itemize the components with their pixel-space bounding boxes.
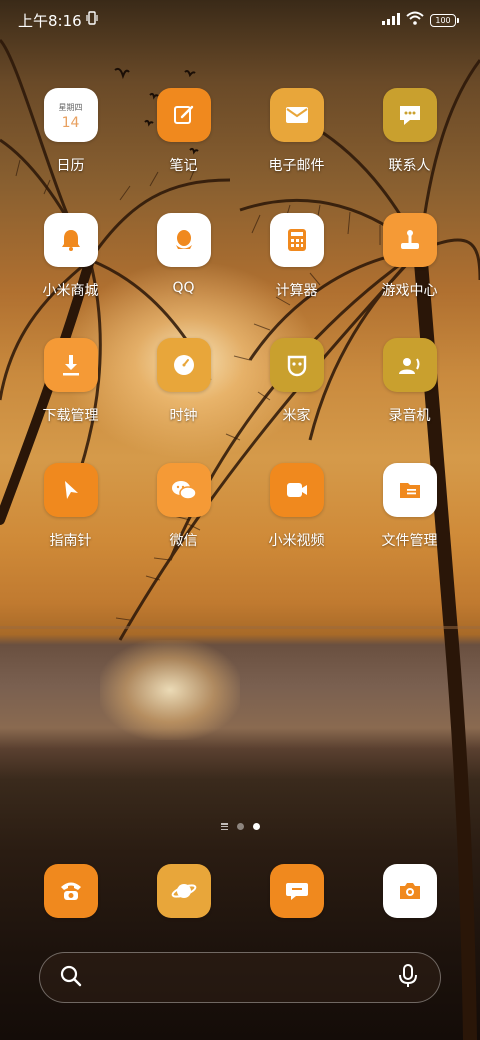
app-calculator[interactable]: 计算器 [240, 213, 353, 314]
camera-icon[interactable] [382, 864, 437, 918]
compass-icon[interactable] [43, 463, 98, 517]
folder-icon[interactable] [382, 463, 437, 517]
contacts-icon[interactable] [382, 88, 437, 142]
minus-one-screen-icon[interactable] [220, 823, 228, 830]
calendar-day: 14 [61, 114, 80, 131]
notes-icon[interactable] [156, 88, 211, 142]
search-icon[interactable] [60, 965, 82, 991]
dock-phone[interactable] [14, 864, 127, 920]
app-recorder[interactable]: 录音机 [353, 338, 466, 439]
app-mijia[interactable]: 米家 [240, 338, 353, 439]
battery-level: 100 [435, 15, 451, 25]
joystick-icon[interactable] [382, 213, 437, 267]
message-icon[interactable] [269, 864, 324, 918]
app-label: 计算器 [275, 283, 318, 299]
app-label: 时钟 [169, 408, 198, 424]
phone-icon[interactable] [43, 864, 98, 918]
app-contacts[interactable]: 联系人 [353, 88, 466, 189]
app-mi-video[interactable]: 小米视频 [240, 463, 353, 564]
battery-icon: 100 [430, 13, 459, 27]
calculator-icon[interactable] [269, 213, 324, 267]
app-compass[interactable]: 指南针 [14, 463, 127, 564]
dock-messages[interactable] [240, 864, 353, 920]
page-dot[interactable] [236, 823, 244, 830]
status-bar: 上午8:16 100 [0, 0, 480, 40]
microphone-icon[interactable] [398, 963, 418, 992]
search-bar[interactable] [39, 952, 441, 1003]
status-time: 上午8:16 [18, 11, 82, 30]
app-label: 微信 [169, 533, 198, 549]
app-label: 指南针 [49, 533, 92, 549]
wifi-icon [406, 11, 424, 29]
qq-icon[interactable] [156, 213, 211, 267]
app-qq[interactable]: QQ [127, 213, 240, 314]
app-label: 电子邮件 [268, 158, 325, 174]
page-dot-active[interactable] [252, 823, 260, 830]
app-clock[interactable]: 时钟 [127, 338, 240, 439]
app-file-manager[interactable]: 文件管理 [353, 463, 466, 564]
bell-icon[interactable] [43, 213, 98, 267]
app-label: 游戏中心 [381, 283, 438, 299]
download-icon[interactable] [43, 338, 98, 392]
app-label: 米家 [282, 408, 311, 424]
app-label: 下载管理 [42, 408, 99, 424]
app-label: 文件管理 [381, 533, 438, 549]
app-label: 小米商城 [42, 283, 99, 299]
app-label: QQ [172, 280, 195, 296]
video-icon[interactable] [269, 463, 324, 517]
clock-icon[interactable] [156, 338, 211, 392]
app-calendar[interactable]: 星期四 14 日历 [14, 88, 127, 189]
dock-camera[interactable] [353, 864, 466, 920]
app-label: 录音机 [388, 408, 431, 424]
app-download-manager[interactable]: 下载管理 [14, 338, 127, 439]
app-mi-store[interactable]: 小米商城 [14, 213, 127, 314]
recorder-icon[interactable] [382, 338, 437, 392]
wechat-icon[interactable] [156, 463, 211, 517]
app-label: 联系人 [388, 158, 431, 174]
calendar-weekday: 星期四 [58, 102, 83, 112]
app-email[interactable]: 电子邮件 [240, 88, 353, 189]
mijia-icon[interactable] [269, 338, 324, 392]
browser-icon[interactable] [156, 864, 211, 918]
mail-icon[interactable] [269, 88, 324, 142]
page-indicator[interactable] [0, 823, 480, 830]
dock-browser[interactable] [127, 864, 240, 920]
app-label: 日历 [56, 158, 85, 174]
app-game-center[interactable]: 游戏中心 [353, 213, 466, 314]
vibrate-icon [86, 11, 98, 29]
app-label: 笔记 [169, 158, 198, 174]
app-notes[interactable]: 笔记 [127, 88, 240, 189]
calendar-icon[interactable]: 星期四 14 [43, 88, 98, 142]
app-label: 小米视频 [268, 533, 325, 549]
search-input[interactable] [92, 968, 388, 987]
dock [14, 864, 466, 920]
app-grid: 星期四 14 日历 笔记 电子邮件 联系人 小米商城 QQ 计算器 游戏中心 下… [14, 88, 466, 564]
app-wechat[interactable]: 微信 [127, 463, 240, 564]
signal-icon [382, 11, 400, 29]
